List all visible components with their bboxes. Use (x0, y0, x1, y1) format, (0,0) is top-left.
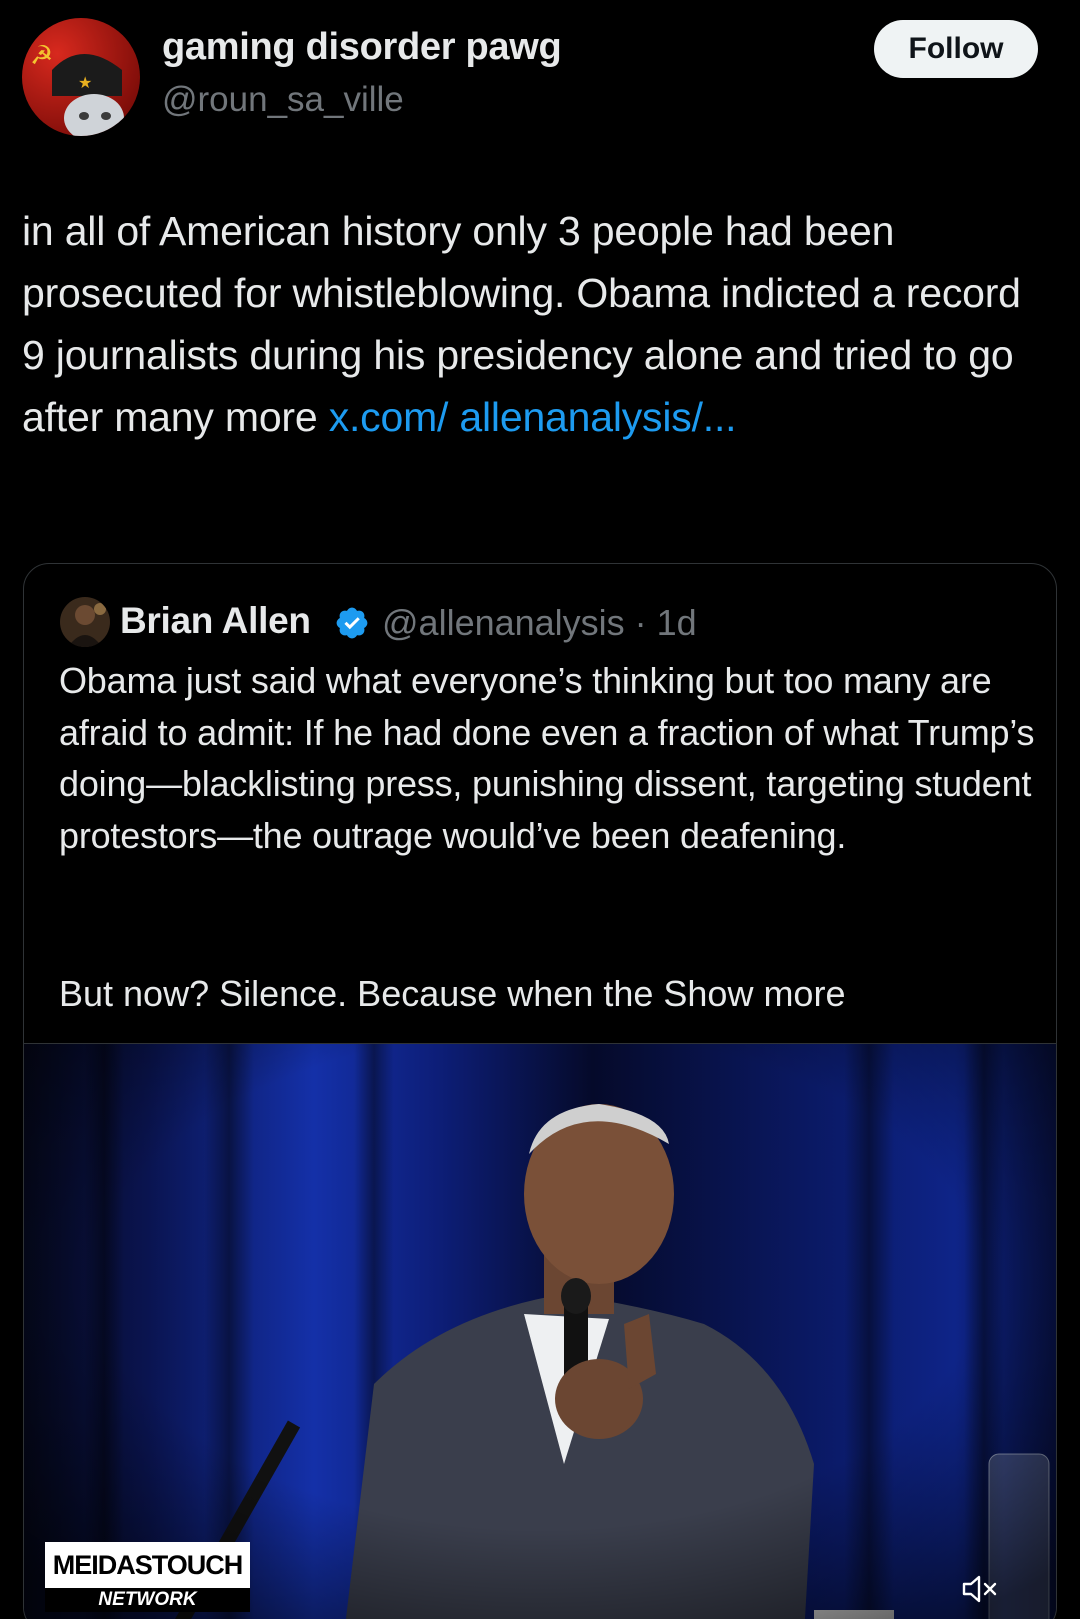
quoted-post[interactable]: Brian Allen @allenanalysis · 1d Obama ju… (23, 563, 1057, 1619)
watermark-title: MEIDASTOUCH (45, 1542, 250, 1588)
svg-text:☭: ☭ (30, 41, 53, 71)
post-link[interactable]: x.com/ allenanalysis/... (329, 394, 737, 440)
author-display-name[interactable]: gaming disorder pawg (162, 26, 562, 69)
video-frame (24, 1044, 1056, 1619)
author-avatar[interactable]: ☭ ★ (22, 18, 140, 136)
author-handle[interactable]: @roun_sa_ville (162, 80, 404, 120)
quoted-author-handle-time[interactable]: @allenanalysis · 1d (382, 602, 697, 644)
quoted-author-avatar[interactable] (60, 597, 110, 647)
network-watermark-logo: MEIDASTOUCH NETWORK (45, 1542, 250, 1612)
quoted-post-text-tail: But now? Silence. Because when the (59, 973, 664, 1014)
watermark-subtitle: NETWORK (45, 1588, 250, 1612)
show-more-link[interactable]: Show more (663, 973, 845, 1014)
video-player[interactable]: MEIDASTOUCH NETWORK (24, 1043, 1056, 1619)
follow-button[interactable]: Follow (874, 20, 1038, 78)
quoted-post-text-continued: But now? Silence. Because when the Show … (59, 968, 1039, 1020)
post-text: in all of American history only 3 people… (22, 200, 1052, 448)
quoted-post-text: Obama just said what everyone’s thinking… (59, 660, 1035, 856)
quoted-author-name[interactable]: Brian Allen (120, 600, 311, 642)
muted-speaker-icon[interactable] (962, 1574, 998, 1604)
verified-badge-icon (334, 605, 370, 641)
svg-text:★: ★ (78, 73, 92, 92)
